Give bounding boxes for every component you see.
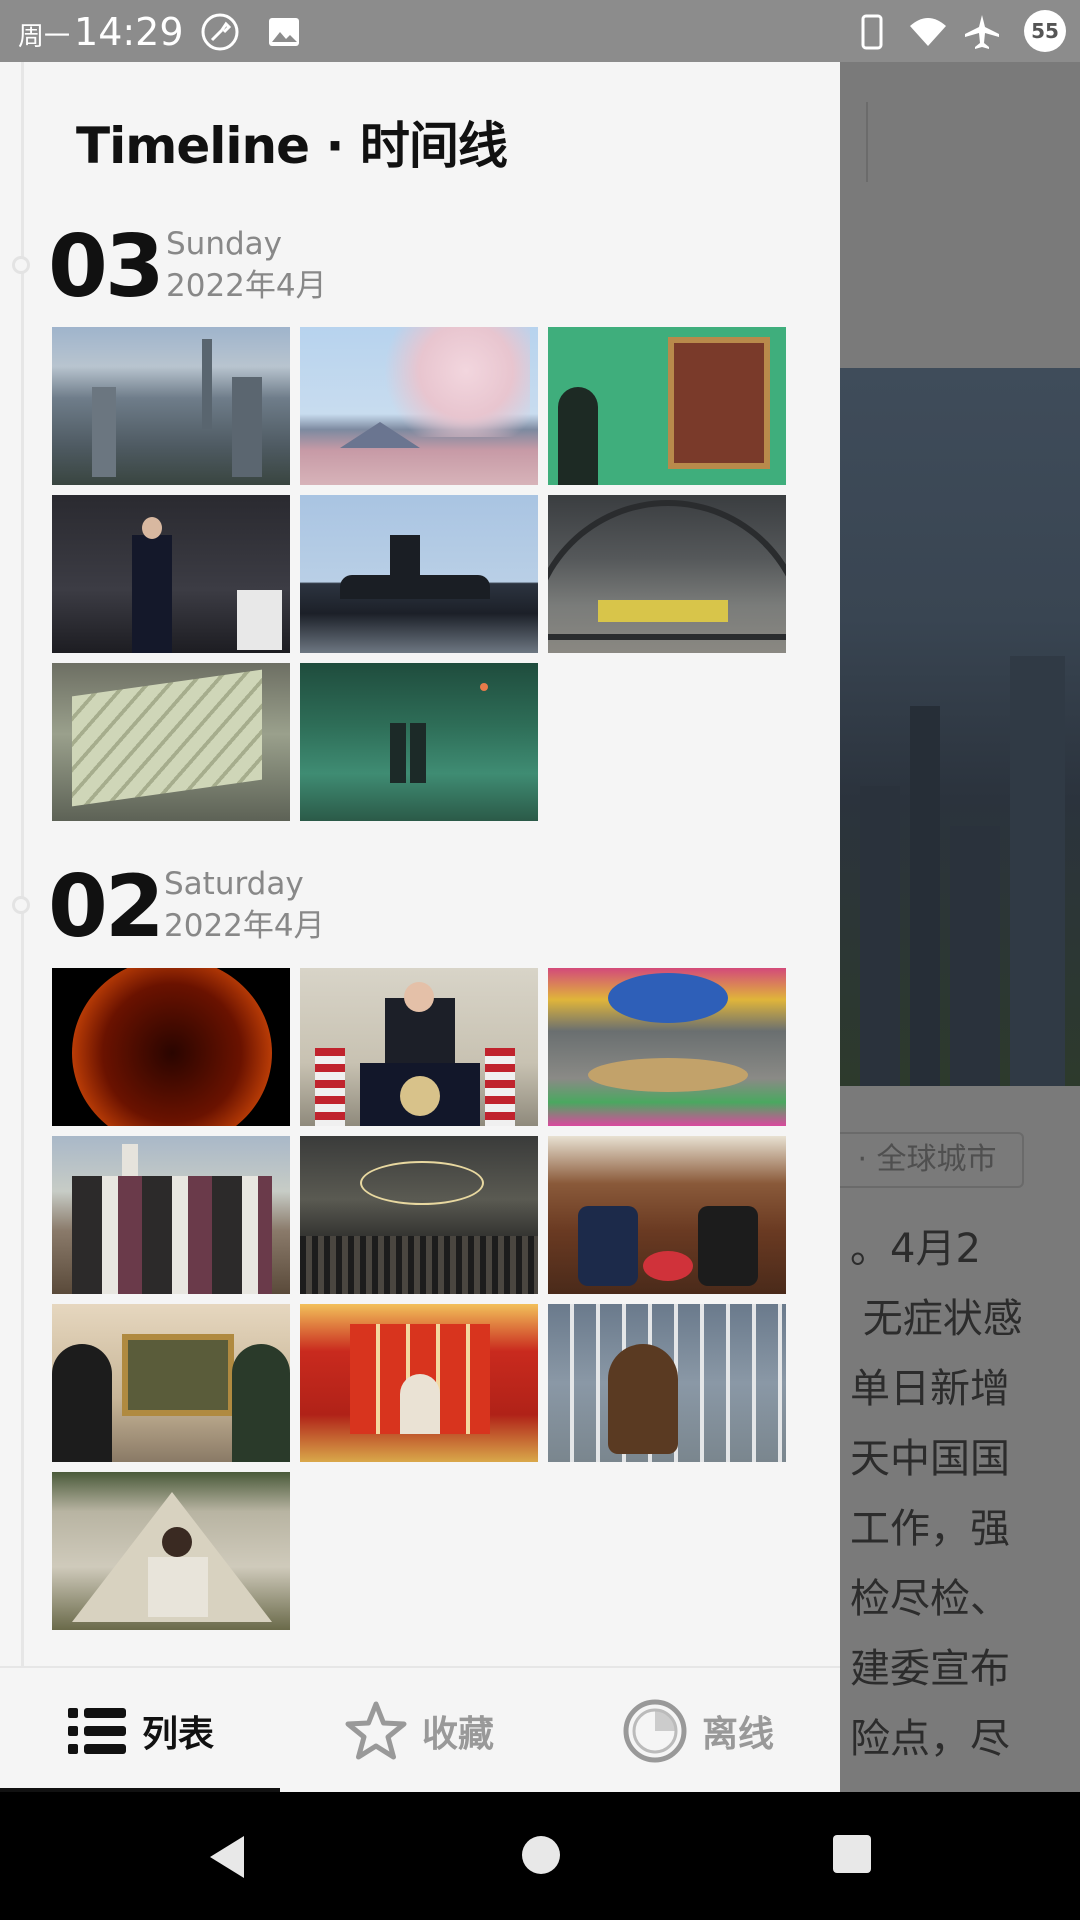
photo-thumbnail[interactable]	[300, 968, 538, 1126]
day-month: 2022年4月	[164, 908, 325, 944]
photo-thumbnail[interactable]	[300, 1304, 538, 1462]
background-article: · 全球城市 。4月2 无症状感 单日新增 天中国国 工作，强 检尽检、 建委宣…	[840, 62, 1080, 1792]
photo-thumbnail[interactable]	[52, 1304, 290, 1462]
day-weekday: Saturday	[164, 866, 304, 902]
wrench-icon	[201, 13, 239, 51]
nav-item-label: 收藏	[422, 1714, 495, 1755]
image-icon	[269, 18, 299, 46]
photo-grid	[52, 968, 792, 1630]
timeline-drawer: Timeline · 时间线 03 Sunday 2022年4月 02 Satu…	[0, 62, 840, 1792]
back-icon[interactable]	[204, 1832, 250, 1882]
recents-icon[interactable]	[830, 1832, 874, 1876]
star-icon	[345, 1701, 407, 1760]
day-weekday: Sunday	[166, 226, 282, 262]
nav-item-list[interactable]: 列表	[66, 1668, 214, 1792]
status-bar: 周一 14:29 55	[0, 0, 1080, 62]
nav-item-favorites[interactable]: 收藏	[344, 1668, 494, 1792]
battery-indicator: 55	[1024, 10, 1066, 52]
article-tag[interactable]: · 全球城市	[840, 1132, 1024, 1188]
photo-thumbnail[interactable]	[548, 495, 786, 653]
day-number: 02	[48, 857, 165, 957]
photo-thumbnail[interactable]	[548, 1136, 786, 1294]
list-icon	[68, 1708, 126, 1754]
drawer-title: Timeline · 时间线	[76, 117, 508, 175]
timeline-line	[21, 62, 24, 1666]
photo-thumbnail[interactable]	[300, 663, 538, 821]
airplane-icon	[965, 15, 999, 49]
photo-thumbnail[interactable]	[52, 1472, 290, 1630]
photo-thumbnail[interactable]	[52, 1136, 290, 1294]
toolbar-divider	[866, 102, 868, 182]
nav-active-indicator	[0, 1788, 280, 1792]
day-number: 03	[48, 217, 165, 317]
phone-icon	[861, 14, 883, 50]
photo-thumbnail[interactable]	[548, 327, 786, 485]
home-icon[interactable]	[518, 1832, 564, 1878]
photo-grid	[52, 327, 792, 821]
wifi-icon	[910, 18, 946, 46]
photo-thumbnail[interactable]	[52, 327, 290, 485]
timeline-dot	[12, 896, 30, 914]
offline-icon	[623, 1699, 687, 1763]
timeline-dot	[12, 256, 30, 274]
article-paragraph: 。4月2 无症状感 单日新增 天中国国 工作，强 检尽检、 建委宣布 险点，尽	[850, 1226, 1023, 1762]
photo-thumbnail[interactable]	[52, 495, 290, 653]
system-navigation-bar	[0, 1792, 1080, 1920]
photo-thumbnail[interactable]	[52, 968, 290, 1126]
photo-thumbnail[interactable]	[300, 1136, 538, 1294]
nav-item-label: 离线	[702, 1714, 775, 1755]
photo-thumbnail[interactable]	[300, 495, 538, 653]
nav-item-label: 列表	[142, 1714, 215, 1755]
bottom-navigation: 列表 收藏 离线	[0, 1666, 840, 1792]
photo-thumbnail[interactable]	[300, 327, 538, 485]
status-time: 周一 14:29	[18, 10, 184, 54]
photo-thumbnail[interactable]	[52, 663, 290, 821]
article-photo	[840, 368, 1080, 1086]
nav-item-offline[interactable]: 离线	[622, 1668, 774, 1792]
photo-thumbnail[interactable]	[548, 968, 786, 1126]
photo-thumbnail[interactable]	[548, 1304, 786, 1462]
day-month: 2022年4月	[166, 268, 327, 304]
